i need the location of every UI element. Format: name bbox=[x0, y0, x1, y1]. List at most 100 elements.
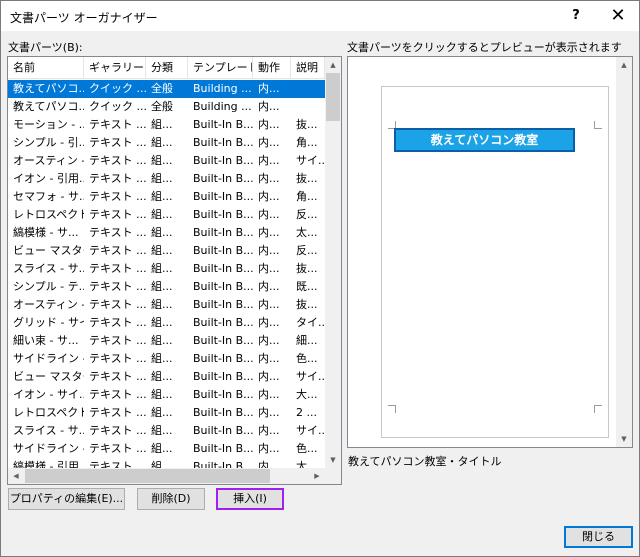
table-cell-behavior: 内... bbox=[258, 136, 280, 149]
table-cell-template: Built-In B... bbox=[193, 172, 253, 185]
table-row[interactable]: イオン - サイ... テキスト ... 組... Built-In B... 内...… bbox=[8, 386, 325, 404]
table-cell-name: 細い束 - サ... bbox=[13, 334, 79, 347]
table-cell-name: スライス - サ... bbox=[13, 262, 84, 275]
table-cell-name: サイドライン - ... bbox=[13, 352, 84, 365]
table-cell-template: Built-In B... bbox=[193, 244, 253, 257]
table-cell-behavior: 内... bbox=[258, 388, 280, 401]
building-blocks-list[interactable]: 名前 ギャラリー 分類 テンプレート 動作 説明 教えてパソコ... クイック ... 全般 B… bbox=[7, 56, 342, 485]
preview-scroll-down-icon[interactable]: ▼ bbox=[616, 431, 632, 447]
table-row[interactable]: 縞模様 - サ... テキスト ... 組... Built-In B... 内... 太… bbox=[8, 224, 325, 242]
table-cell-category: 組... bbox=[151, 190, 173, 203]
scroll-down-icon[interactable]: ▼ bbox=[325, 452, 341, 468]
header-col-behavior[interactable]: 動作 bbox=[253, 57, 291, 79]
table-cell-description: 反... bbox=[296, 244, 318, 257]
table-cell-description: サイ... bbox=[296, 424, 325, 437]
table-row[interactable]: 教えてパソコ... クイック ... 全般 Building ... 内... bbox=[8, 98, 325, 116]
list-rows: 教えてパソコ... クイック ... 全般 Building ... 内... 教えてパソ… bbox=[8, 80, 325, 470]
table-cell-description: 色... bbox=[296, 442, 318, 455]
table-cell-template: Built-In B... bbox=[193, 226, 253, 239]
table-cell-behavior: 内... bbox=[258, 316, 280, 329]
table-cell-name: モーション - ... bbox=[13, 118, 84, 131]
table-cell-gallery: テキスト ... bbox=[89, 316, 146, 329]
crop-mark-icon bbox=[594, 121, 602, 129]
table-row[interactable]: スライス - サ... テキスト ... 組... Built-In B... 内...… bbox=[8, 260, 325, 278]
close-icon[interactable]: ✕ bbox=[598, 1, 638, 31]
table-cell-behavior: 内... bbox=[258, 100, 280, 113]
table-row[interactable]: 細い束 - サ... テキスト ... 組... Built-In B... 内... 細… bbox=[8, 332, 325, 350]
table-cell-category: 組... bbox=[151, 154, 173, 167]
table-cell-gallery: テキスト ... bbox=[89, 118, 146, 131]
table-cell-name: 縞模様 - サ... bbox=[13, 226, 79, 239]
table-row[interactable]: サイドライン - ... テキスト ... 組... Built-In B... 内..… bbox=[8, 440, 325, 458]
horizontal-scroll-thumb[interactable] bbox=[25, 469, 270, 483]
table-cell-behavior: 内... bbox=[258, 190, 280, 203]
table-cell-description bbox=[291, 98, 325, 116]
table-cell-gallery: テキスト ... bbox=[89, 190, 146, 203]
header-col-name[interactable]: 名前 bbox=[8, 57, 84, 79]
table-cell-description: 細... bbox=[296, 334, 318, 347]
table-cell-description: 大... bbox=[296, 388, 318, 401]
table-cell-gallery: テキスト ... bbox=[89, 172, 146, 185]
scroll-left-icon[interactable]: ◀ bbox=[8, 468, 24, 484]
table-row[interactable]: 教えてパソコ... クイック ... 全般 Building ... 内... bbox=[8, 80, 325, 98]
horizontal-scrollbar[interactable]: ◀ ▶ bbox=[8, 468, 325, 484]
table-cell-template: Built-In B... bbox=[193, 298, 253, 311]
table-cell-category: 組... bbox=[151, 118, 173, 131]
table-row[interactable]: グリッド - サイ... テキスト ... 組... Built-In B... 内..… bbox=[8, 314, 325, 332]
table-cell-template: Built-In B... bbox=[193, 424, 253, 437]
header-col-description[interactable]: 説明 bbox=[291, 57, 325, 79]
help-button[interactable]: ? bbox=[556, 1, 596, 31]
preview-vertical-scrollbar[interactable]: ▲ ▼ bbox=[616, 57, 632, 447]
close-button[interactable]: 閉じる bbox=[564, 526, 633, 548]
edit-properties-button[interactable]: プロパティの編集(E)... bbox=[8, 488, 125, 510]
table-cell-template: Built-In B... bbox=[193, 370, 253, 383]
vertical-scroll-thumb[interactable] bbox=[326, 73, 340, 121]
table-row[interactable]: スライス - サ... テキスト ... 組... Built-In B... 内...… bbox=[8, 422, 325, 440]
table-cell-description: 抜... bbox=[296, 172, 318, 185]
table-cell-name: スライス - サ... bbox=[13, 424, 84, 437]
table-cell-template: Built-In B... bbox=[193, 190, 253, 203]
table-cell-category: 組... bbox=[151, 226, 173, 239]
table-cell-category: 組... bbox=[151, 316, 173, 329]
table-cell-category: 組... bbox=[151, 208, 173, 221]
dialog-title: 文書パーツ オーガナイザー bbox=[10, 11, 158, 25]
table-row[interactable]: ビュー マスター... テキスト ... 組... Built-In B... 内...… bbox=[8, 242, 325, 260]
table-cell-name: ビュー マスター... bbox=[13, 244, 84, 257]
table-cell-category: 組... bbox=[151, 388, 173, 401]
table-cell-gallery: テキスト ... bbox=[89, 262, 146, 275]
table-row[interactable]: モーション - ... テキスト ... 組... Built-In B... 内...… bbox=[8, 116, 325, 134]
table-row[interactable]: オースティン - ... テキスト ... 組... Built-In B... 内..… bbox=[8, 296, 325, 314]
table-row[interactable]: サイドライン - ... テキスト ... 組... Built-In B... 内..… bbox=[8, 350, 325, 368]
preview-scroll-up-icon[interactable]: ▲ bbox=[616, 57, 632, 73]
scroll-up-icon[interactable]: ▲ bbox=[325, 57, 341, 73]
vertical-scrollbar[interactable]: ▲ ▼ bbox=[325, 57, 341, 468]
table-row[interactable]: レトロスペクト... テキスト ... 組... Built-In B... 内... 反… bbox=[8, 206, 325, 224]
header-col-category[interactable]: 分類 bbox=[146, 57, 188, 79]
table-cell-gallery: テキスト ... bbox=[89, 244, 146, 257]
list-header: 名前 ギャラリー 分類 テンプレート 動作 説明 bbox=[8, 57, 325, 79]
scroll-right-icon[interactable]: ▶ bbox=[309, 468, 325, 484]
table-row[interactable]: ビュー マスター... テキスト ... 組... Built-In B... 内...… bbox=[8, 368, 325, 386]
table-row[interactable]: セマフォ - サ... テキスト ... 組... Built-In B... 内...… bbox=[8, 188, 325, 206]
table-cell-behavior: 内... bbox=[258, 298, 280, 311]
preview-page: 教えてパソコン教室 bbox=[381, 86, 609, 438]
table-row[interactable]: シンプル - テ... テキスト ... 組... Built-In B... 内...… bbox=[8, 278, 325, 296]
table-cell-name: シンプル - テ... bbox=[13, 280, 84, 293]
header-col-template[interactable]: テンプレート bbox=[188, 57, 253, 79]
table-cell-gallery: テキスト ... bbox=[89, 334, 146, 347]
table-cell-gallery: クイック ... bbox=[89, 82, 146, 95]
table-row[interactable]: イオン - 引用... テキスト ... 組... Built-In B... 内...… bbox=[8, 170, 325, 188]
table-cell-gallery: テキスト ... bbox=[89, 370, 146, 383]
table-row[interactable]: オースティン - ... テキスト ... 組... Built-In B... 内..… bbox=[8, 152, 325, 170]
table-cell-behavior: 内... bbox=[258, 442, 280, 455]
insert-button[interactable]: 挿入(I) bbox=[216, 488, 284, 510]
delete-button[interactable]: 削除(D) bbox=[137, 488, 205, 510]
preview-pane: 教えてパソコン教室 ▲ ▼ bbox=[347, 56, 633, 448]
table-row[interactable]: シンプル - 引... テキスト ... 組... Built-In B... 内...… bbox=[8, 134, 325, 152]
table-row[interactable]: レトロスペクト... テキスト ... 組... Built-In B... 内... 2… bbox=[8, 404, 325, 422]
table-cell-category: 組... bbox=[151, 352, 173, 365]
table-cell-description: 抜... bbox=[296, 298, 318, 311]
header-col-gallery[interactable]: ギャラリー bbox=[84, 57, 146, 79]
table-cell-category: 組... bbox=[151, 280, 173, 293]
document-parts-organizer-dialog: 文書パーツ オーガナイザー ? ✕ 文書パーツ(B): 文書パーツをクリックする… bbox=[0, 0, 640, 557]
